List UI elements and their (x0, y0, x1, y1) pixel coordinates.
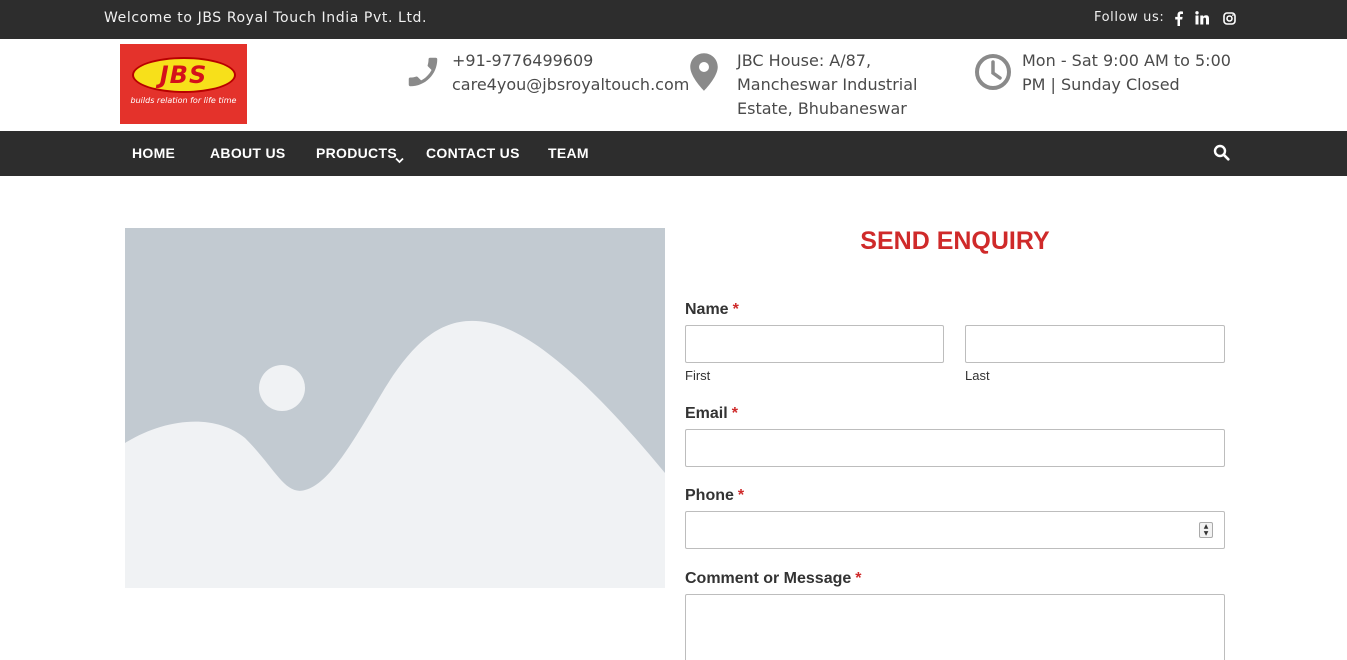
jbs-logo[interactable]: JBS builds relation for life time (120, 44, 247, 124)
email-input[interactable] (685, 429, 1225, 467)
logo-tagline: builds relation for life time (130, 96, 237, 105)
hours-line-1: Mon - Sat 9:00 AM to 5:00 (1022, 51, 1231, 70)
email-label: Email * (685, 405, 738, 423)
main-nav: HOME ABOUT US PRODUCTS CONTACT US TEAM (0, 131, 1347, 176)
phone-label-text: Phone (685, 487, 734, 504)
location-pin-icon (689, 53, 719, 95)
welcome-text: Welcome to JBS Royal Touch India Pvt. Lt… (104, 10, 428, 26)
last-name-input[interactable] (965, 325, 1225, 363)
contact-block: +91-9776499609 care4you@jbsroyaltouch.co… (452, 49, 689, 97)
email-address[interactable]: care4you@jbsroyaltouch.com (452, 73, 689, 97)
phone-number-spinner[interactable]: ▲ ▼ (1199, 522, 1213, 538)
phone-icon (404, 53, 442, 95)
required-marker: * (737, 487, 745, 504)
nav-item-team[interactable]: TEAM (548, 145, 589, 161)
message-textarea[interactable] (685, 594, 1225, 660)
first-sublabel: First (685, 368, 711, 383)
name-label: Name * (685, 301, 739, 319)
hours-line-2: PM | Sunday Closed (1022, 75, 1180, 94)
follow-us-label: Follow us: (1094, 10, 1165, 25)
nav-item-about-us[interactable]: ABOUT US (210, 145, 286, 161)
spinner-up-icon[interactable]: ▲ (1200, 523, 1212, 530)
first-name-input[interactable] (685, 325, 944, 363)
chevron-down-icon[interactable] (395, 149, 404, 168)
placeholder-image-icon (125, 228, 665, 588)
phone-number[interactable]: +91-9776499609 (452, 49, 689, 73)
required-marker: * (732, 301, 739, 318)
address-line-2: Mancheswar Industrial (737, 75, 918, 94)
top-bar: Welcome to JBS Royal Touch India Pvt. Lt… (0, 0, 1347, 39)
email-label-text: Email (685, 405, 728, 422)
clock-icon (974, 53, 1012, 95)
phone-input[interactable] (685, 511, 1225, 549)
linkedin-icon[interactable] (1194, 9, 1210, 27)
name-label-text: Name (685, 301, 729, 318)
message-label: Comment or Message * (685, 570, 862, 588)
nav-item-products[interactable]: PRODUCTS (316, 145, 397, 161)
address-block: JBC House: A/87, Mancheswar Industrial E… (737, 49, 917, 121)
phone-label: Phone * (685, 487, 744, 505)
nav-item-home[interactable]: HOME (132, 145, 175, 161)
required-marker: * (855, 570, 862, 587)
message-label-text: Comment or Message (685, 570, 852, 587)
facebook-icon[interactable] (1172, 9, 1184, 27)
logo-text: JBS (159, 61, 208, 89)
nav-item-contact-us[interactable]: CONTACT US (426, 145, 520, 161)
hours-block: Mon - Sat 9:00 AM to 5:00 PM | Sunday Cl… (1022, 49, 1231, 97)
required-marker: * (731, 405, 738, 422)
search-icon[interactable] (1213, 144, 1230, 165)
address-line-1: JBC House: A/87, (737, 51, 872, 70)
last-sublabel: Last (965, 368, 990, 383)
site-header: JBS builds relation for life time +91-97… (0, 39, 1347, 131)
form-title: SEND ENQUIRY (860, 227, 1050, 255)
product-image-placeholder (125, 228, 665, 588)
instagram-icon[interactable] (1221, 9, 1237, 27)
address-line-3: Estate, Bhubaneswar (737, 99, 907, 118)
spinner-down-icon[interactable]: ▼ (1200, 530, 1212, 537)
